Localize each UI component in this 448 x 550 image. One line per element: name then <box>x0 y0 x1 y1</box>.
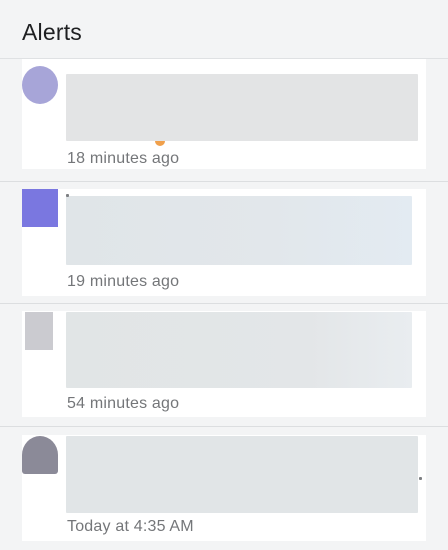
user-avatar[interactable] <box>22 436 58 474</box>
redacted-content <box>66 436 418 513</box>
alerts-panel: Alerts 18 minutes ago 19 minutes ago 54 … <box>0 0 448 550</box>
redacted-content <box>66 74 418 141</box>
alert-timestamp[interactable]: Today at 4:35 AM <box>67 518 194 536</box>
alert-item-1[interactable]: 18 minutes ago <box>0 59 448 181</box>
user-avatar[interactable] <box>22 189 58 227</box>
alert-timestamp[interactable]: 54 minutes ago <box>67 395 179 413</box>
user-avatar[interactable] <box>22 66 58 104</box>
user-avatar[interactable] <box>25 312 53 350</box>
alert-item-2[interactable]: 19 minutes ago <box>0 182 448 303</box>
alert-item-4[interactable]: Today at 4:35 AM <box>0 427 448 550</box>
page-title: Alerts <box>22 19 82 45</box>
alerts-header: Alerts <box>0 0 448 59</box>
snippet-fragment <box>66 194 69 197</box>
redacted-content <box>66 312 412 388</box>
alert-item-3[interactable]: 54 minutes ago <box>0 304 448 425</box>
alert-timestamp[interactable]: 18 minutes ago <box>67 150 179 168</box>
alert-timestamp[interactable]: 19 minutes ago <box>67 273 179 291</box>
snippet-fragment <box>419 477 422 480</box>
redacted-content <box>66 196 412 265</box>
